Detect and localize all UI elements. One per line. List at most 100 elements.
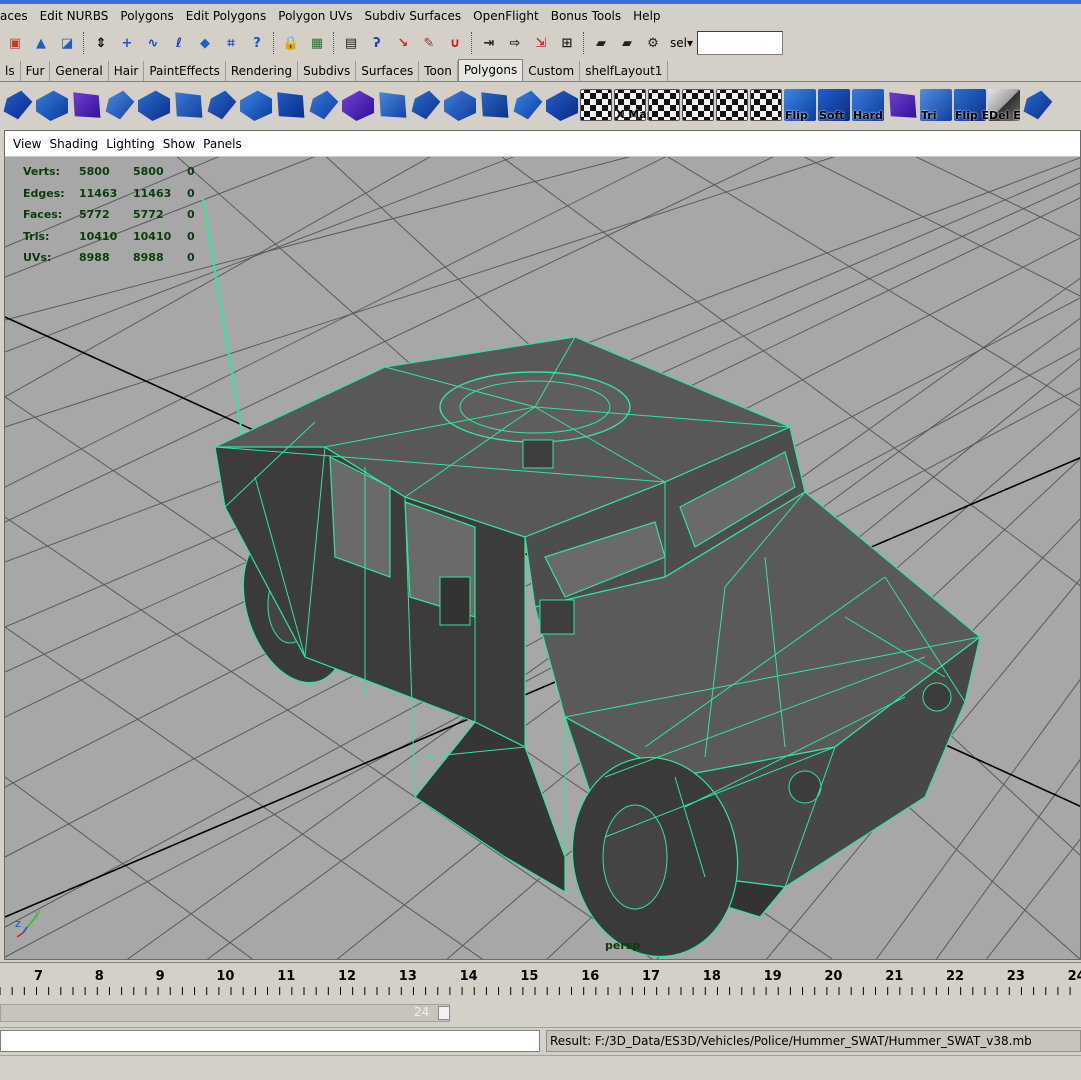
- clapper-icon[interactable]: ▰: [590, 32, 612, 54]
- tab-subdivs[interactable]: Subdivs: [298, 61, 357, 81]
- flip-edge-icon[interactable]: Flip E: [954, 89, 989, 122]
- menu-openflight[interactable]: OpenFlight: [467, 5, 545, 27]
- select-by-component-icon[interactable]: ◪: [56, 32, 78, 54]
- highlight-selection-icon[interactable]: ▦: [306, 32, 328, 54]
- checker-map-icon[interactable]: [580, 89, 612, 121]
- snap-to-live-icon[interactable]: ⌗: [220, 32, 242, 54]
- menu-aces[interactable]: aces: [0, 5, 34, 27]
- hypershade-icon[interactable]: ⊞: [556, 32, 578, 54]
- render-frame-icon[interactable]: ⇥: [478, 32, 500, 54]
- bevel-icon[interactable]: [207, 90, 237, 120]
- viewport-menu-lighting[interactable]: Lighting: [102, 137, 159, 151]
- cylindrical-map-icon[interactable]: [682, 89, 714, 121]
- viewport-menu-panels[interactable]: Panels: [199, 137, 246, 151]
- append-polygon-icon[interactable]: [481, 92, 509, 118]
- tab-shelflayout1[interactable]: shelfLayout1: [580, 61, 669, 81]
- snap-to-point-icon[interactable]: ℓ: [168, 32, 190, 54]
- triangulate-icon[interactable]: [889, 92, 917, 118]
- viewport-menu-show[interactable]: Show: [159, 137, 199, 151]
- menu-polygons[interactable]: Polygons: [114, 5, 179, 27]
- lock-selection-icon[interactable]: ⇕: [90, 32, 112, 54]
- menu-polygon-uvs[interactable]: Polygon UVs: [272, 5, 358, 27]
- selection-input[interactable]: [697, 31, 783, 55]
- poly-sphere-icon[interactable]: [3, 90, 33, 120]
- lock-icon[interactable]: 🔒: [280, 32, 302, 54]
- hud-value: 0: [187, 165, 195, 179]
- command-line: Result: F:/3D_Data/ES3D/Vehicles/Police/…: [0, 1027, 1081, 1053]
- extrude-face-icon[interactable]: [138, 90, 170, 121]
- uv-editor-icon[interactable]: [716, 89, 748, 121]
- bridge-icon[interactable]: [277, 92, 305, 118]
- input-ops-icon[interactable]: ʔ: [366, 32, 388, 54]
- menu-subdiv-surfaces[interactable]: Subdiv Surfaces: [358, 5, 467, 27]
- tab-fur[interactable]: Fur: [21, 61, 51, 81]
- output-ops-icon[interactable]: ↘: [392, 32, 414, 54]
- ipr-clapper-icon[interactable]: ▰: [616, 32, 638, 54]
- tab-painteffects[interactable]: PaintEffects: [144, 61, 226, 81]
- tab-custom[interactable]: Custom: [523, 61, 581, 81]
- triangulate-tri-icon[interactable]: Tri: [920, 89, 952, 122]
- selection-mode-dropdown[interactable]: sel▾: [670, 36, 693, 50]
- wedge-icon[interactable]: [240, 90, 272, 121]
- toolbar-separator: [273, 32, 275, 54]
- menu-edit-polygons[interactable]: Edit Polygons: [180, 5, 272, 27]
- mirror-icon[interactable]: [444, 90, 476, 121]
- poly-count-icon[interactable]: [1023, 90, 1053, 120]
- menu-bonus-tools[interactable]: Bonus Tools: [545, 5, 627, 27]
- duplicate-face-icon[interactable]: [513, 90, 543, 120]
- help-icon[interactable]: ?: [246, 32, 268, 54]
- ipr-render-icon[interactable]: ⇨: [504, 32, 526, 54]
- history-icon[interactable]: ▤: [340, 32, 362, 54]
- viewport-menu-view[interactable]: View: [9, 137, 45, 151]
- hood-beacon: [539, 599, 575, 635]
- planar-map-icon[interactable]: [648, 89, 680, 121]
- tab-hair[interactable]: Hair: [109, 61, 145, 81]
- flip-normal-label: Flip: [785, 109, 808, 122]
- snap-to-view-plane-icon[interactable]: ◆: [194, 32, 216, 54]
- tab-polygons[interactable]: Polygons: [457, 59, 524, 81]
- fill-hole-icon[interactable]: [379, 92, 407, 118]
- time-slider[interactable]: 7 8 9 10 11 12 13 14 15 16 17 18 19 20 21 22 23 24: [0, 962, 1081, 1000]
- delete-edge-icon[interactable]: Del E: [988, 89, 1021, 122]
- snap-to-grid-icon[interactable]: +: [116, 32, 138, 54]
- viewport-menu-shading[interactable]: Shading: [45, 137, 102, 151]
- select-by-hierarchy-icon[interactable]: ▣: [4, 32, 26, 54]
- magnet-icon[interactable]: ∪: [444, 32, 466, 54]
- front-wheel-hub: [602, 804, 668, 910]
- tab-toon[interactable]: Toon: [419, 61, 458, 81]
- command-input[interactable]: [0, 1030, 540, 1052]
- tab-ls[interactable]: ls: [0, 61, 21, 81]
- select-by-object-icon[interactable]: ▲: [30, 32, 52, 54]
- poly-split-icon[interactable]: [105, 90, 135, 120]
- tab-rendering[interactable]: Rendering: [226, 61, 299, 81]
- perspective-viewport[interactable]: View Shading Lighting Show Panels Verts: 5800…: [4, 130, 1081, 960]
- menu-edit-nurbs[interactable]: Edit NURBS: [34, 5, 115, 27]
- menu-help[interactable]: Help: [627, 5, 666, 27]
- range-slider-bar[interactable]: [0, 1004, 450, 1022]
- construction-history-icon[interactable]: ✎: [418, 32, 440, 54]
- render-globals-icon[interactable]: ⚙: [642, 32, 664, 54]
- hud-value: 8988: [79, 251, 110, 265]
- render-settings-icon[interactable]: ⇲: [530, 32, 552, 54]
- move-component-icon[interactable]: [546, 90, 578, 121]
- tab-general[interactable]: General: [50, 61, 109, 81]
- harden-edge-icon[interactable]: Hard: [852, 89, 884, 122]
- range-slider-handle[interactable]: [438, 1006, 450, 1020]
- tab-surfaces[interactable]: Surfaces: [356, 61, 420, 81]
- range-slider[interactable]: 24: [0, 1002, 1081, 1024]
- collapse-icon[interactable]: [342, 90, 374, 121]
- smooth-icon[interactable]: [411, 90, 441, 120]
- soften-edge-icon[interactable]: Soft: [818, 89, 850, 122]
- texture-view-icon[interactable]: [750, 89, 782, 121]
- poly-cube-icon[interactable]: [36, 90, 68, 121]
- extrude-edge-icon[interactable]: [175, 92, 203, 118]
- hud-label: Verts:: [23, 165, 61, 179]
- hud-value: 10410: [79, 229, 118, 243]
- poly-plane-icon[interactable]: [73, 92, 101, 118]
- scene-view[interactable]: [5, 157, 1081, 960]
- merge-vertex-icon[interactable]: [309, 90, 339, 120]
- snap-to-curve-icon[interactable]: ∿: [142, 32, 164, 54]
- hud-value: 11463: [79, 186, 118, 200]
- cut-faces-icon[interactable]: X Map: [614, 89, 655, 121]
- flip-normal-icon[interactable]: Flip: [784, 89, 816, 122]
